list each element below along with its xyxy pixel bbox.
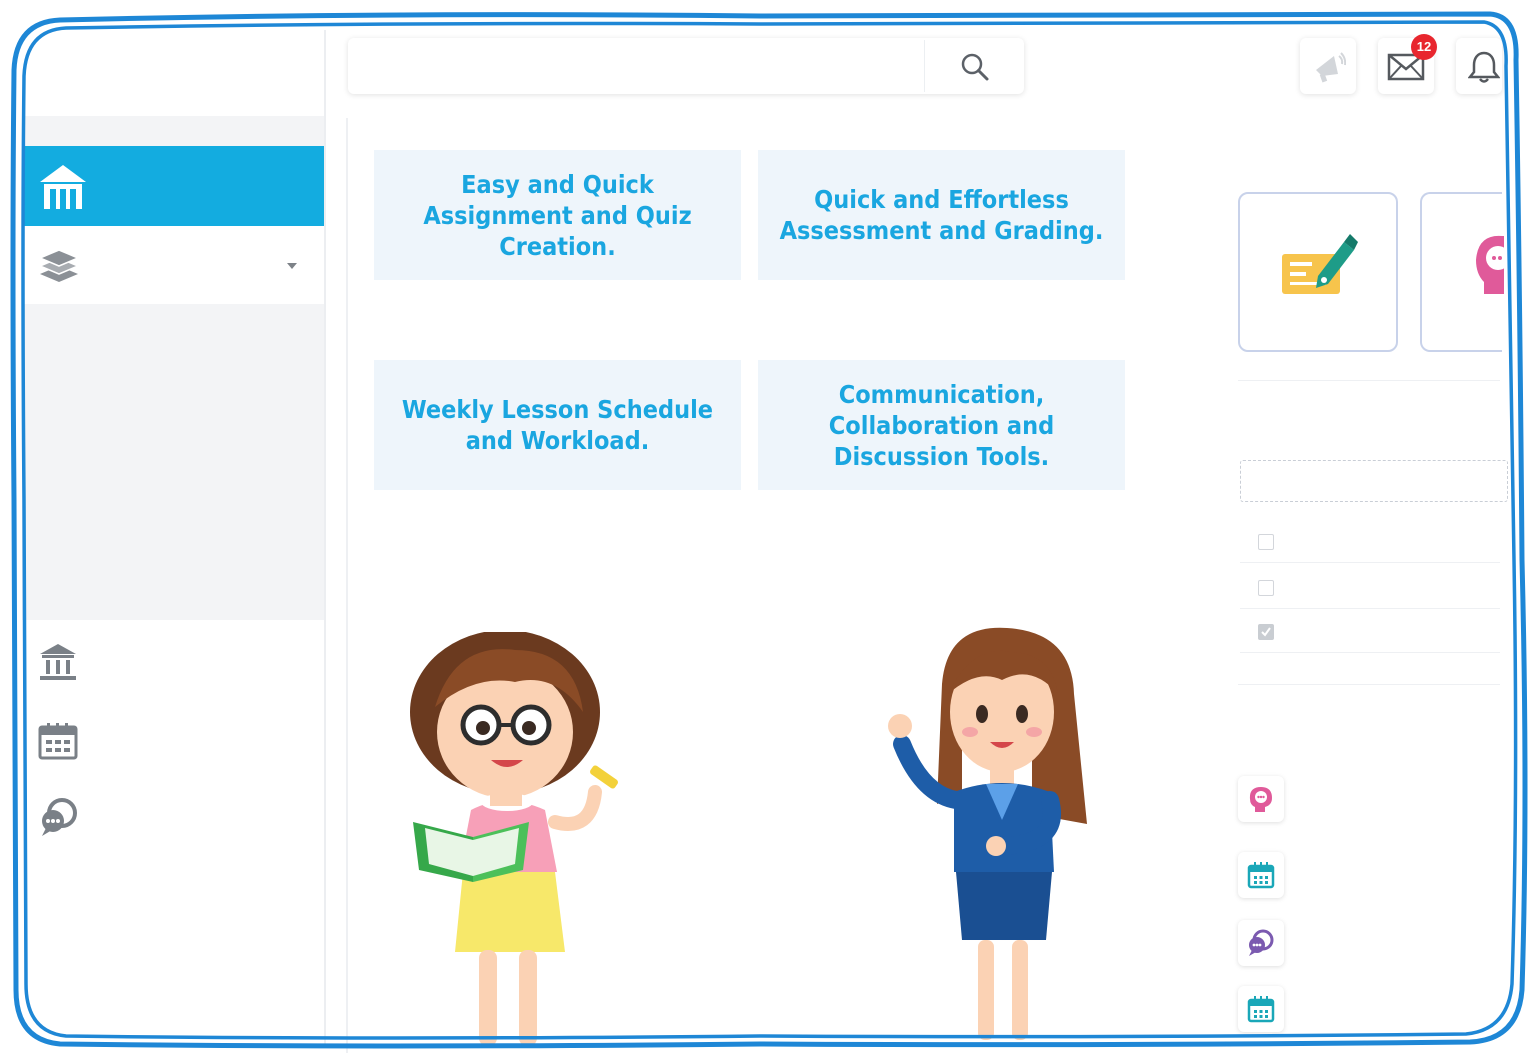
assignments-card[interactable] [1238, 192, 1398, 352]
task-row[interactable] [1240, 614, 1500, 653]
right-panel-divider [1238, 684, 1500, 685]
search-icon[interactable] [960, 52, 990, 82]
discussion-card[interactable] [1420, 192, 1504, 352]
assignment-pen-icon [1282, 234, 1358, 294]
task-checkbox[interactable] [1258, 534, 1274, 550]
megaphone-icon [1316, 52, 1346, 83]
quick-link-messages[interactable] [1238, 920, 1284, 966]
quick-link-discussions[interactable] [1238, 776, 1284, 822]
feature-card-assessment: Quick and Effortless Assessment and Grad… [758, 150, 1125, 280]
mail-count-badge: 12 [1411, 34, 1437, 60]
bell-icon [1468, 51, 1500, 83]
search-divider [924, 40, 925, 92]
task-row[interactable] [1240, 570, 1500, 609]
task-row[interactable] [1240, 524, 1500, 563]
sidebar-secondary-menu [22, 620, 325, 1045]
feature-card-schedule: Weekly Lesson Schedule and Workload. [374, 360, 741, 490]
teacher-waving-illustration [888, 627, 1087, 1040]
search-input[interactable] [362, 50, 906, 84]
institution-icon[interactable] [38, 642, 78, 682]
quick-link-schedule[interactable] [1238, 986, 1284, 1032]
upload-dropzone[interactable] [1240, 460, 1508, 502]
chevron-down-icon[interactable] [285, 261, 299, 271]
sidebar [22, 30, 325, 1045]
quick-link-calendar[interactable] [1238, 852, 1284, 898]
sidebar-logo-area [22, 30, 325, 116]
task-checkbox-checked[interactable] [1258, 624, 1274, 640]
head-chat-icon [1249, 787, 1272, 812]
home-icon [40, 165, 86, 209]
calendar-icon [1247, 862, 1275, 889]
chat-bubbles-icon [1249, 929, 1274, 956]
calendar-icon [1247, 996, 1275, 1023]
head-chat-icon [1476, 235, 1504, 294]
announcements-button[interactable] [1300, 38, 1356, 94]
search-bar[interactable] [348, 38, 1024, 94]
chat-bubbles-icon[interactable] [38, 798, 80, 838]
sidebar-item-home[interactable] [22, 146, 325, 226]
teacher-with-book-illustration [410, 632, 618, 1046]
notifications-button[interactable] [1456, 38, 1502, 94]
feature-card-assignments: Easy and Quick Assignment and Quiz Creat… [374, 150, 741, 280]
sidebar-item-courses[interactable] [22, 226, 325, 304]
right-panel-divider [1238, 380, 1500, 381]
calendar-icon[interactable] [38, 722, 78, 760]
sidebar-divider [324, 30, 326, 1045]
layers-icon [38, 249, 80, 282]
feature-card-communication: Communication, Collaboration and Discuss… [758, 360, 1125, 490]
task-checkbox[interactable] [1258, 580, 1274, 596]
